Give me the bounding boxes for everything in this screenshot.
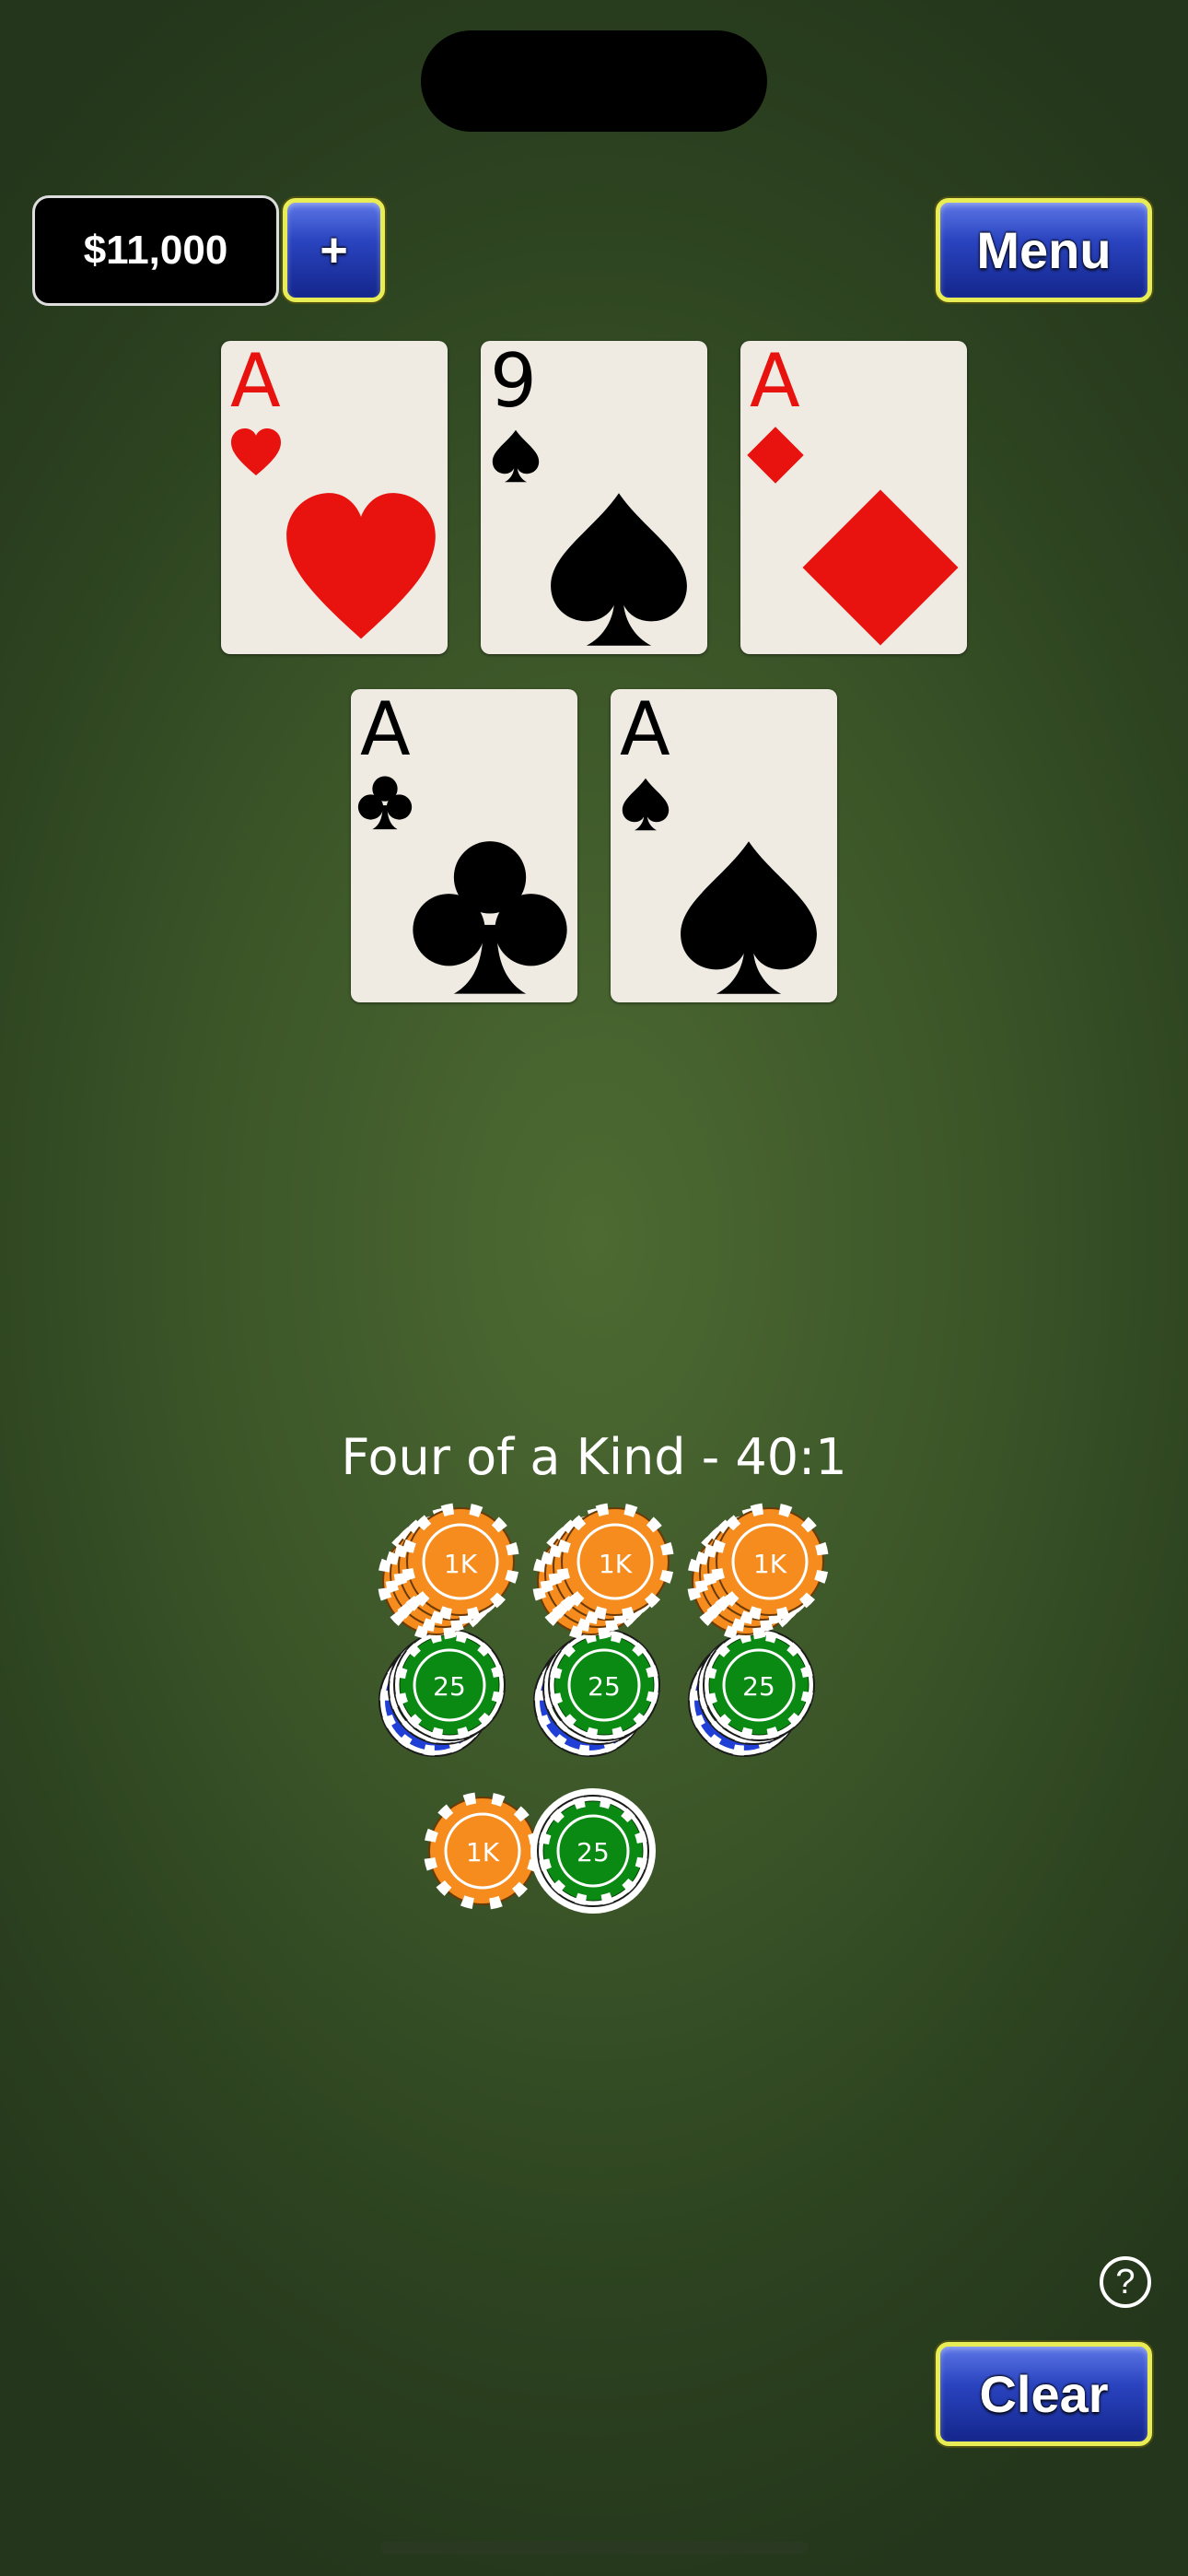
help-icon[interactable]: ? — [1100, 2256, 1151, 2308]
chip-label: 1K — [466, 1837, 500, 1868]
chip-selector-1k[interactable]: 1K — [421, 1789, 544, 1913]
chip-label: 25 — [588, 1671, 621, 1702]
chip-label: 25 — [742, 1671, 775, 1702]
clear-button[interactable]: Clear — [936, 2342, 1152, 2446]
chip-label: 1K — [599, 1549, 633, 1579]
chip-stack-1: 25 1K — [375, 1500, 522, 1756]
chip-label: 1K — [753, 1549, 787, 1579]
home-indicator — [380, 2541, 808, 2554]
chip-stack-3: 25 1K — [684, 1500, 832, 1756]
chip-stacks: 25 1K 25 1K 25 1K 1K 25 — [0, 0, 1188, 2576]
chip-stack-2: 25 1K — [530, 1500, 677, 1756]
chip-label: 25 — [577, 1837, 610, 1868]
chip-selector-25[interactable]: 25 — [530, 1788, 656, 1914]
chip-label: 25 — [433, 1671, 466, 1702]
chip-label: 1K — [444, 1549, 478, 1579]
